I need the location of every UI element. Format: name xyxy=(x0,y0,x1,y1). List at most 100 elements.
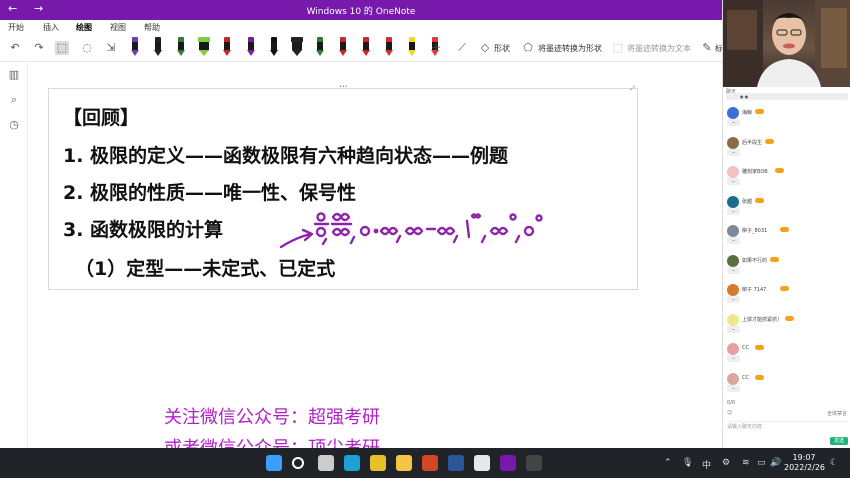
pen-12-icon[interactable] xyxy=(382,37,396,57)
avatar[interactable] xyxy=(727,284,739,296)
chat-message[interactable]: CC ··· xyxy=(727,343,847,363)
input-settings-icon[interactable]: ⚙ xyxy=(722,458,730,468)
input-method-indicator[interactable]: 中 xyxy=(702,458,711,471)
tab-help[interactable]: 帮助 xyxy=(144,22,160,33)
chat-input[interactable]: 请输入聊天内容 xyxy=(727,421,847,430)
avatar[interactable] xyxy=(727,313,739,326)
taskbar-onenote-icon[interactable] xyxy=(500,455,516,471)
note-container[interactable]: ••• ⤢ 【回顾】 1. 极限的定义——函数极限有六种趋向状态——例题 2. … xyxy=(48,85,638,290)
add-space-icon[interactable]: ⇲ xyxy=(104,41,118,55)
tab-draw[interactable]: 绘图 xyxy=(76,22,92,36)
avatar[interactable] xyxy=(727,343,739,355)
search-icon[interactable]: ⌕ xyxy=(7,93,21,107)
note-line-3: 3. 函数极限的计算 xyxy=(63,219,224,241)
avatar[interactable] xyxy=(727,195,739,208)
draw-toolbar: ↶ ↷ ⬚ ◌ ⇲ ＋ ⟋ ◇ 形状 ⬠ 将墨迹转换为形状 ⬚ 将墨迹转换为文本… xyxy=(0,34,723,62)
avatar[interactable] xyxy=(727,372,739,385)
watermark-line-1: 关注微信公众号：超强考研 xyxy=(164,407,380,428)
pen-6-icon[interactable] xyxy=(244,37,258,57)
eraser-icon[interactable]: ◌ xyxy=(80,41,94,55)
send-button[interactable]: 发送 xyxy=(830,437,848,445)
title-bar: ← → Windows 10 的 OneNote xyxy=(0,0,722,20)
avatar[interactable] xyxy=(727,166,739,178)
pen-10-icon[interactable] xyxy=(336,37,350,57)
tab-insert[interactable]: 插入 xyxy=(43,22,59,33)
mute-all-toggle[interactable]: 全体禁言 xyxy=(827,410,847,417)
pen-3-icon[interactable] xyxy=(174,37,188,57)
screen: ← → Windows 10 的 OneNote 开始 插入 绘图 视图 帮助 … xyxy=(0,0,850,478)
pen-4-icon[interactable] xyxy=(197,37,211,57)
taskbar-edge-icon[interactable] xyxy=(344,455,360,471)
taskbar-explorer-icon[interactable] xyxy=(396,455,412,471)
page-canvas[interactable]: ••• ⤢ 【回顾】 1. 极限的定义——函数极限有六种趋向状态——例题 2. … xyxy=(28,62,722,459)
pen-body xyxy=(386,42,393,50)
avatar[interactable] xyxy=(727,136,739,149)
taskbar-search-icon[interactable] xyxy=(292,457,304,469)
chat-message[interactable]: CC ··· xyxy=(727,372,847,393)
ink-to-text-button[interactable]: 将墨迹转换为文本 xyxy=(627,43,691,54)
avatar[interactable] xyxy=(727,254,739,267)
taskbar-app2-icon[interactable] xyxy=(526,455,542,471)
chat-message[interactable]: 柳子 7147 ··· xyxy=(727,284,847,304)
note-drag-handle[interactable]: ••• xyxy=(339,85,349,90)
level-badge xyxy=(755,197,764,203)
pen-13-icon[interactable] xyxy=(405,37,419,57)
ruler-icon[interactable]: ⟋ xyxy=(455,41,469,55)
notebooks-icon[interactable]: ▥ xyxy=(7,68,21,82)
pen-9-icon[interactable] xyxy=(313,37,327,57)
pen-7-icon[interactable] xyxy=(267,37,281,57)
math-icon[interactable]: ✎ xyxy=(700,41,714,55)
pen-body xyxy=(178,42,185,50)
microphone-icon[interactable]: 🎙 xyxy=(682,458,693,468)
undo-icon[interactable]: ↶ xyxy=(8,41,22,55)
chat-message[interactable]: 海鲸 ··· xyxy=(727,107,847,127)
ink-to-text-icon[interactable]: ⬚ xyxy=(611,41,625,55)
pen-body xyxy=(291,42,302,50)
taskbar-clock[interactable]: 19:07 2022/2/26 xyxy=(784,453,825,473)
ink-to-shape-button[interactable]: 将墨迹转换为形状 xyxy=(538,43,602,54)
chat-message[interactable]: 柳子_8031 ··· xyxy=(727,225,847,245)
taskbar-word-icon[interactable] xyxy=(448,455,464,471)
taskbar-chrome-icon[interactable] xyxy=(370,455,386,471)
pen-5-icon[interactable] xyxy=(220,37,234,57)
chat-message[interactable]: 雕刻家BOB ··· xyxy=(727,166,847,186)
clock-time: 19:07 xyxy=(792,453,816,462)
pen-2-icon[interactable] xyxy=(151,37,165,57)
shapes-button[interactable]: 形状 xyxy=(494,43,510,54)
redo-icon[interactable]: ↷ xyxy=(32,41,46,55)
notification-icon[interactable]: ☾ xyxy=(830,458,838,468)
chat-message[interactable]: 张越 ··· xyxy=(727,195,847,216)
recent-icon[interactable]: ◷ xyxy=(7,118,21,132)
chat-bubble: ··· xyxy=(727,207,740,215)
avatar[interactable] xyxy=(727,225,739,237)
chat-bubble: ··· xyxy=(727,178,740,185)
pen-8-icon[interactable] xyxy=(290,37,304,57)
chat-username: 张越 xyxy=(742,198,753,205)
taskbar-task-view-icon[interactable] xyxy=(318,455,334,471)
tab-view[interactable]: 视图 xyxy=(110,22,126,33)
pen-1-icon[interactable] xyxy=(128,37,142,57)
display-icon[interactable]: ▭ xyxy=(757,458,766,468)
volume-icon[interactable]: 🔊 xyxy=(770,458,781,468)
chat-message[interactable]: 上岸才能抓紧抓！ ··· xyxy=(727,313,847,334)
chat-filter-bar[interactable]: ● ● xyxy=(726,93,848,100)
wifi-icon[interactable]: ≋ xyxy=(742,458,750,468)
taskbar-start-icon[interactable] xyxy=(266,455,282,471)
ink-arrow-shaft xyxy=(279,232,313,249)
ink-to-shape-icon[interactable]: ⬠ xyxy=(521,41,535,55)
tab-home[interactable]: 开始 xyxy=(8,22,24,33)
note-expand-icon[interactable]: ⤢ xyxy=(630,85,635,93)
add-pen-icon[interactable]: ＋ xyxy=(429,41,443,55)
shapes-icon[interactable]: ◇ xyxy=(478,41,492,55)
taskbar-app-icon[interactable] xyxy=(474,455,490,471)
chat-message[interactable]: 后半段生 ··· xyxy=(727,136,847,157)
pen-tip xyxy=(177,50,186,56)
lasso-select-icon[interactable]: ⬚ xyxy=(55,41,69,55)
taskbar-powerpoint-icon[interactable] xyxy=(422,455,438,471)
chevron-up-icon[interactable]: ⌃ xyxy=(664,458,672,468)
chat-message[interactable]: 如果不行的 ··· xyxy=(727,254,847,275)
pen-11-icon[interactable] xyxy=(359,37,373,57)
emoji-icon[interactable]: ☺ xyxy=(727,410,732,416)
pen-body xyxy=(339,42,346,50)
avatar[interactable] xyxy=(727,107,739,119)
